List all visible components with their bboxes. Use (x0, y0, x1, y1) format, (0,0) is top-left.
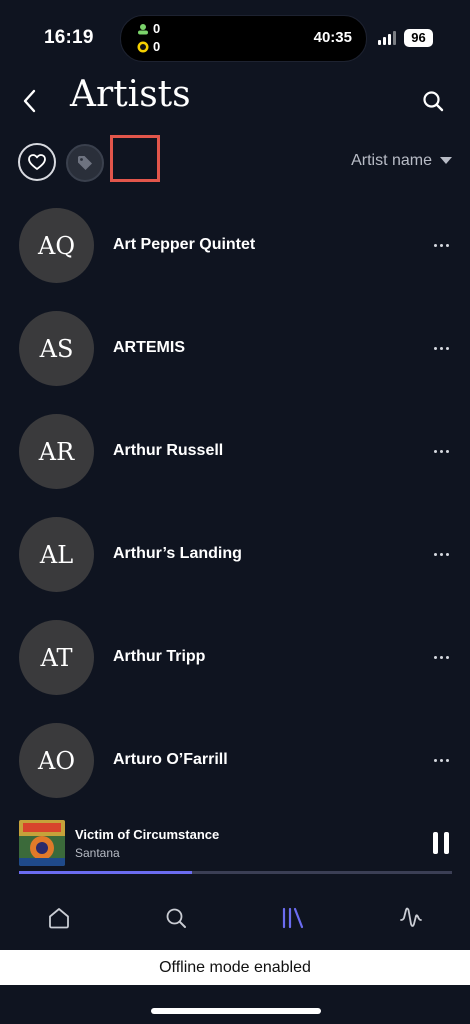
album-art-image (19, 820, 65, 866)
home-indicator[interactable] (151, 1008, 321, 1014)
tab-bar (0, 890, 470, 948)
more-options-button[interactable] (428, 747, 454, 773)
status-bar: 16:19 0 0 40:35 96 (0, 0, 470, 70)
track-artist: Santana (75, 846, 120, 860)
avatar: AQ (19, 208, 94, 283)
caret-down-icon (440, 157, 452, 164)
tag-filter-button[interactable] (66, 144, 104, 182)
now-playing-bar[interactable]: Victim of Circumstance Santana (0, 812, 470, 884)
artist-list: AQ Art Pepper Quintet AS ARTEMIS AR Arth… (0, 194, 470, 812)
artist-name: Arthur Russell (113, 442, 224, 459)
playback-progress-fill (19, 871, 193, 874)
more-options-button[interactable] (428, 232, 454, 258)
tab-search[interactable] (156, 898, 196, 938)
battery-indicator: 96 (404, 29, 433, 47)
artist-name: Arthur Tripp (113, 648, 206, 665)
island-count-b: 0 (153, 39, 161, 54)
heart-icon (28, 154, 46, 170)
track-title: Victim of Circumstance (75, 827, 220, 842)
island-count-a: 0 (153, 21, 161, 36)
sort-dropdown[interactable]: Artist name (351, 152, 452, 170)
tab-library[interactable] (273, 898, 313, 938)
island-timer: 40:35 (313, 29, 352, 46)
artist-name: Arturo O’Farrill (113, 751, 228, 768)
sort-label: Artist name (351, 152, 432, 169)
more-options-button[interactable] (428, 541, 454, 567)
offline-banner: Offline mode enabled (0, 950, 470, 985)
avatar: AT (19, 620, 94, 695)
more-options-button[interactable] (428, 335, 454, 361)
tag-icon (78, 156, 92, 170)
signal-icon (378, 31, 396, 45)
avatar: AO (19, 723, 94, 798)
chevron-left-icon (23, 89, 36, 113)
artist-name: ARTEMIS (113, 339, 185, 356)
back-button[interactable] (14, 84, 44, 118)
page-title: Artists (70, 74, 191, 115)
avatar: AL (19, 517, 94, 592)
library-icon (282, 907, 304, 929)
status-time: 16:19 (44, 27, 94, 48)
list-item[interactable]: AT Arthur Tripp (0, 606, 470, 709)
island-activity-b: 0 (137, 39, 160, 54)
list-item[interactable]: AR Arthur Russell (0, 400, 470, 503)
list-item[interactable]: AQ Art Pepper Quintet (0, 194, 470, 297)
island-activity-a: 0 (137, 21, 160, 36)
list-item[interactable]: AS ARTEMIS (0, 297, 470, 400)
avatar: AR (19, 414, 94, 489)
pause-button[interactable] (430, 832, 452, 856)
list-item[interactable]: AL Arthur’s Landing (0, 503, 470, 606)
highlight-box (110, 135, 160, 182)
search-button[interactable] (418, 86, 448, 116)
album-art (19, 820, 65, 866)
playback-progress[interactable] (19, 871, 452, 874)
person-icon (138, 23, 148, 34)
badge-icon (137, 41, 149, 52)
artist-name: Arthur’s Landing (113, 545, 242, 562)
tab-activity[interactable] (391, 898, 431, 938)
favorites-filter-button[interactable] (18, 143, 56, 181)
search-icon (423, 91, 444, 112)
list-item[interactable]: AO Arturo O’Farrill (0, 709, 470, 812)
avatar: AS (19, 311, 94, 386)
artist-name: Art Pepper Quintet (113, 236, 256, 253)
home-icon (49, 908, 69, 929)
dynamic-island[interactable]: 0 0 40:35 (120, 15, 367, 62)
more-options-button[interactable] (428, 438, 454, 464)
tab-home[interactable] (39, 898, 79, 938)
search-icon (166, 908, 186, 928)
waveform-icon (400, 907, 422, 927)
more-options-button[interactable] (428, 644, 454, 670)
